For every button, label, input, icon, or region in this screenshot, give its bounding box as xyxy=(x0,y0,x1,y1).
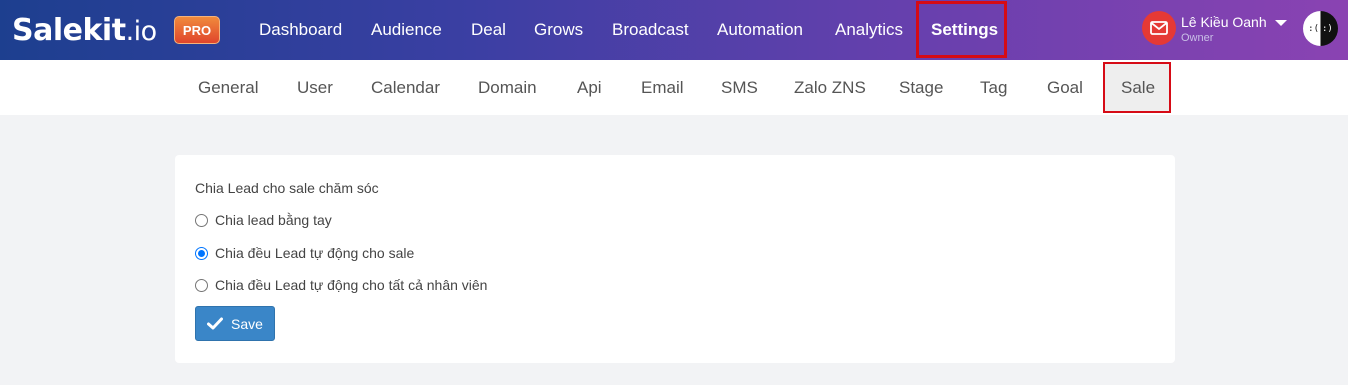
radio-manual[interactable] xyxy=(195,213,208,227)
nav-analytics[interactable]: Analytics xyxy=(835,0,903,60)
nav-grows[interactable]: Grows xyxy=(534,0,583,60)
nav-dashboard[interactable]: Dashboard xyxy=(259,0,342,60)
tab-api[interactable]: Api xyxy=(577,60,602,115)
caret-down-icon[interactable] xyxy=(1275,20,1287,26)
option-auto-sale-label: Chia đều Lead tự động cho sale xyxy=(215,245,415,261)
nav-audience[interactable]: Audience xyxy=(371,0,442,60)
section-label: Chia Lead cho sale chăm sóc xyxy=(195,180,379,196)
tab-zalo-zns[interactable]: Zalo ZNS xyxy=(794,60,866,115)
tab-tag[interactable]: Tag xyxy=(980,60,1007,115)
option-manual-label: Chia lead bằng tay xyxy=(215,212,332,228)
radio-auto-all[interactable] xyxy=(195,278,208,292)
avatar-left-face: :( xyxy=(1308,23,1319,34)
notification-button[interactable] xyxy=(1142,11,1176,45)
tab-email[interactable]: Email xyxy=(641,60,684,115)
tab-calendar[interactable]: Calendar xyxy=(371,60,440,115)
top-navbar: Salekit.io PRO Dashboard Audience Deal G… xyxy=(0,0,1348,60)
nav-broadcast[interactable]: Broadcast xyxy=(612,0,689,60)
radio-auto-sale[interactable] xyxy=(195,246,208,260)
avatar[interactable]: :(:) xyxy=(1303,11,1338,46)
mail-icon xyxy=(1150,21,1168,35)
tab-stage[interactable]: Stage xyxy=(899,60,943,115)
save-button-label: Save xyxy=(231,315,263,332)
pro-badge: PRO xyxy=(174,16,220,44)
tab-user[interactable]: User xyxy=(297,60,333,115)
nav-automation[interactable]: Automation xyxy=(717,0,803,60)
option-manual[interactable]: Chia lead bằng tay xyxy=(195,210,332,230)
brand-suffix: .io xyxy=(125,15,158,47)
brand-logo[interactable]: Salekit.io xyxy=(12,12,157,48)
option-auto-all[interactable]: Chia đều Lead tự động cho tất cả nhân vi… xyxy=(195,275,487,295)
user-role: Owner xyxy=(1181,32,1214,44)
nav-settings[interactable]: Settings xyxy=(931,0,998,60)
option-auto-all-label: Chia đều Lead tự động cho tất cả nhân vi… xyxy=(215,277,488,293)
tab-general[interactable]: General xyxy=(198,60,258,115)
tab-domain[interactable]: Domain xyxy=(478,60,537,115)
tab-sms[interactable]: SMS xyxy=(721,60,758,115)
option-auto-sale[interactable]: Chia đều Lead tự động cho sale xyxy=(195,243,414,263)
save-button[interactable]: Save xyxy=(195,306,275,341)
avatar-right-face: :) xyxy=(1322,23,1333,34)
check-icon xyxy=(207,317,224,330)
tab-sale[interactable]: Sale xyxy=(1121,60,1155,115)
brand-name: Salekit xyxy=(12,12,126,48)
tab-goal[interactable]: Goal xyxy=(1047,60,1083,115)
user-name[interactable]: Lê Kiều Oanh xyxy=(1181,14,1267,30)
nav-deal[interactable]: Deal xyxy=(471,0,506,60)
